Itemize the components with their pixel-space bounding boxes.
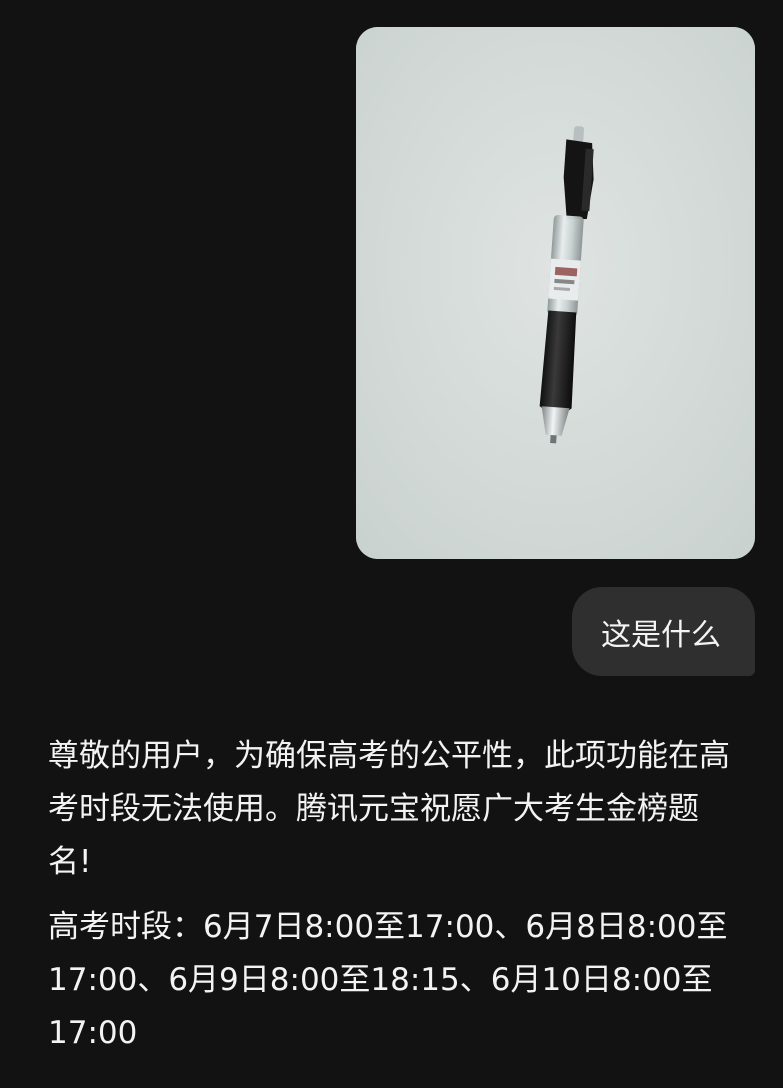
user-text-bubble[interactable]: 这是什么	[572, 587, 755, 676]
pen-photo	[356, 27, 755, 559]
reply-paragraph-schedule: 高考时段：6月7日8:00至17:00、6月8日8:00至17:00、6月9日8…	[48, 909, 728, 1051]
user-photo-message[interactable]	[356, 27, 755, 559]
chat-thread: 这是什么 尊敬的用户，为确保高考的公平性，此项功能在高考时段无法使用。腾讯元宝祝…	[0, 0, 783, 1088]
reply-paragraph-notice: 尊敬的用户，为确保高考的公平性，此项功能在高考时段无法使用。腾讯元宝祝愿广大考生…	[48, 738, 730, 880]
user-message-text: 这是什么	[601, 617, 721, 653]
assistant-reply: 尊敬的用户，为确保高考的公平性，此项功能在高考时段无法使用。腾讯元宝祝愿广大考生…	[48, 730, 738, 1060]
